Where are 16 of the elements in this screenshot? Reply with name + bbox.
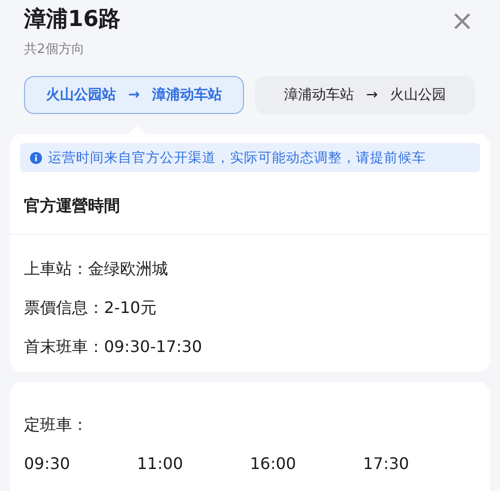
departure-time: 17:30 bbox=[363, 453, 410, 475]
notice-text: 运营时间来自官方公开渠道，实际可能动态调整，请提前候车 bbox=[48, 148, 426, 166]
departure-time: 11:00 bbox=[137, 453, 184, 475]
route-title: 漳浦16路 bbox=[24, 6, 121, 34]
info-row-text: 上車站：金绿欧洲城 bbox=[24, 258, 169, 280]
close-button[interactable]: × bbox=[448, 6, 476, 36]
schedule-label: 定班車： bbox=[24, 414, 89, 436]
info-icon bbox=[30, 152, 42, 164]
direction-tab[interactable]: 火山公园站 → 漳浦动车站 bbox=[24, 76, 244, 114]
info-row-text: 首末班車：09:30-17:30 bbox=[24, 336, 203, 358]
departure-time: 16:00 bbox=[250, 453, 298, 475]
direction-count: 共2個方向 bbox=[24, 41, 86, 59]
departure-time: 09:30 bbox=[24, 453, 72, 475]
section-heading: 官方運營時間 bbox=[23, 195, 121, 217]
direction-tab[interactable]: 漳浦动车站 → 火山公园 bbox=[255, 76, 475, 114]
info-row-text: 票價信息：2-10元 bbox=[24, 297, 158, 319]
